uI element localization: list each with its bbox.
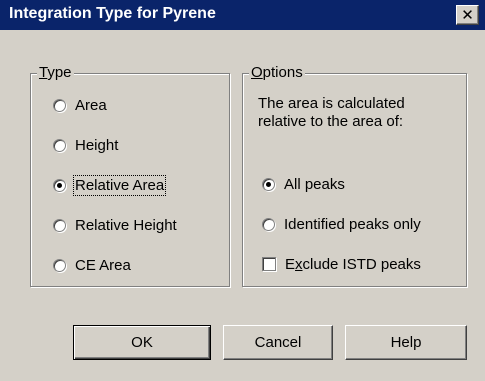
description-line-2: relative to the area of: (258, 113, 404, 130)
title-bar: Integration Type for Pyrene ✕ (0, 0, 485, 30)
all-peaks-label: All peaks (284, 175, 345, 193)
exclude-istd-checkbox[interactable] (262, 257, 276, 271)
dialog-title: Integration Type for Pyrene (9, 5, 216, 22)
relative-height-radio[interactable] (53, 218, 66, 232)
ok-button[interactable]: OK (73, 325, 211, 360)
ce-area-radio[interactable] (53, 258, 66, 272)
type-group-legend: Type (37, 64, 74, 81)
type-option-height[interactable]: Height (53, 134, 118, 156)
identified-peaks-label: Identified peaks only (284, 215, 421, 233)
help-button[interactable]: Help (345, 325, 467, 360)
exclude-istd-label: Exclude ISTD peaks (285, 255, 421, 273)
area-label: Area (75, 96, 107, 114)
close-icon: ✕ (461, 6, 474, 24)
cancel-button[interactable]: Cancel (223, 325, 333, 360)
ce-area-label: CE Area (75, 256, 131, 274)
options-group-legend: Options (249, 64, 305, 81)
type-option-ce-area[interactable]: CE Area (53, 254, 131, 276)
relative-height-label: Relative Height (75, 216, 177, 234)
height-label: Height (75, 136, 119, 154)
close-button[interactable]: ✕ (456, 5, 479, 25)
identified-peaks-radio[interactable] (262, 217, 275, 231)
all-peaks-radio[interactable] (262, 177, 275, 191)
integration-type-dialog: Integration Type for Pyrene ✕ Type Area … (0, 0, 485, 381)
description-line-1: The area is calculated (258, 95, 405, 112)
height-radio[interactable] (53, 138, 66, 152)
type-group: Type Area Height Relative Area Relative … (30, 64, 230, 287)
option-identified-peaks[interactable]: Identified peaks only (262, 213, 421, 235)
option-all-peaks[interactable]: All peaks (262, 173, 345, 195)
area-radio[interactable] (53, 98, 66, 112)
type-option-relative-height[interactable]: Relative Height (53, 214, 177, 236)
options-description: The area is calculated relative to the a… (258, 95, 458, 131)
relative-area-label: Relative Area (72, 174, 167, 196)
relative-area-radio[interactable] (53, 178, 66, 192)
type-option-relative-area[interactable]: Relative Area (53, 174, 167, 196)
type-option-area[interactable]: Area (53, 94, 107, 116)
exclude-istd-row[interactable]: Exclude ISTD peaks (262, 253, 421, 275)
